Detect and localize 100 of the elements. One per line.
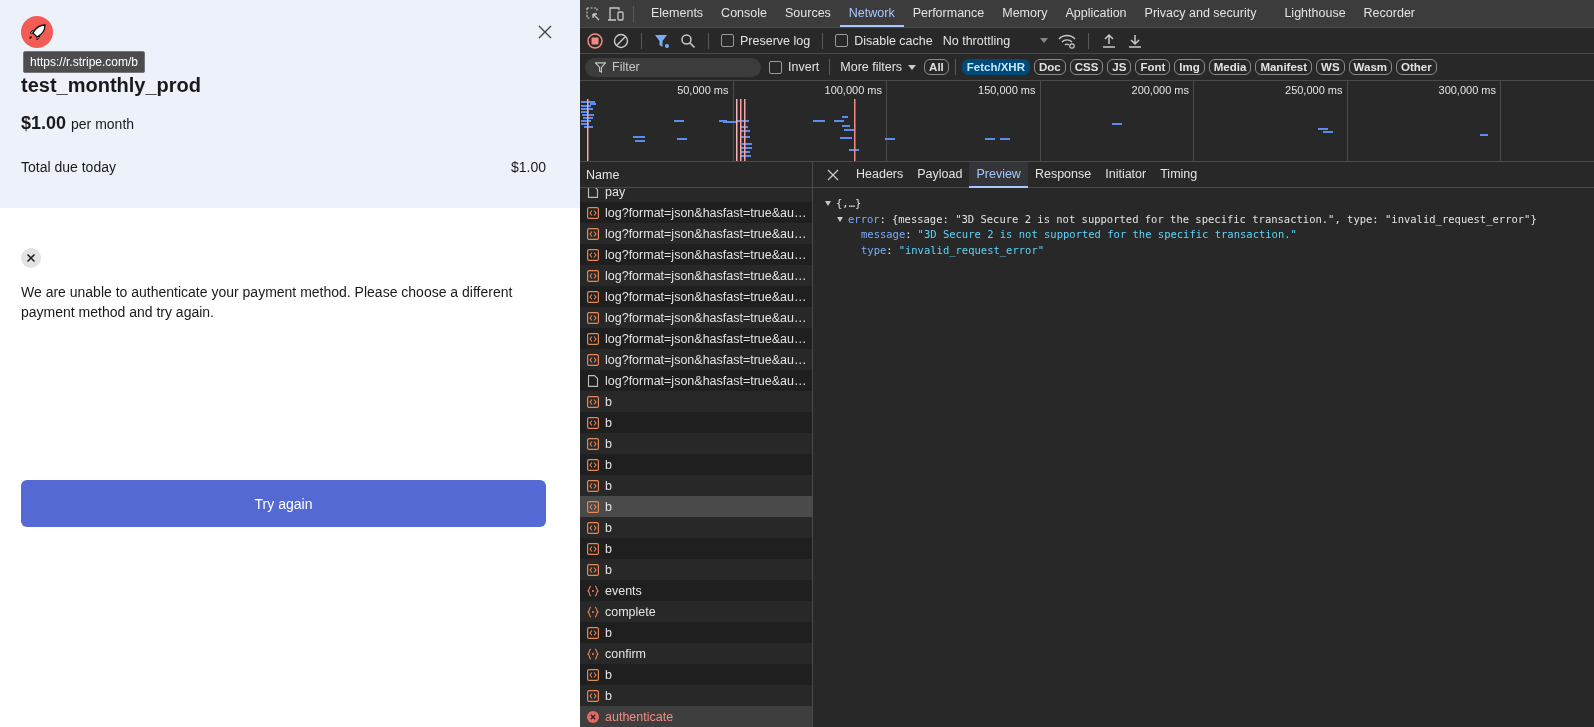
tick-label: 200,000 ms	[1131, 84, 1189, 96]
error-message: We are unable to authenticate your payment method. Please choose a different payment method and try again.	[21, 283, 514, 322]
search-icon[interactable]	[680, 32, 696, 49]
close-icon[interactable]	[538, 25, 552, 39]
more-filters-dropdown[interactable]: More filters	[840, 60, 917, 74]
try-again-button[interactable]: Try again	[21, 480, 546, 527]
request-row[interactable]: b	[580, 412, 812, 433]
xhr-icon	[587, 227, 599, 240]
type-filter-chip[interactable]: Doc	[1033, 59, 1066, 75]
xhr-icon	[587, 563, 599, 576]
type-filter-chip[interactable]: Wasm	[1348, 59, 1392, 75]
tick-label: 300,000 ms	[1438, 84, 1496, 96]
request-row[interactable]: authenticate	[580, 706, 812, 727]
upload-icon[interactable]	[1101, 32, 1118, 49]
rocket-logo-icon	[21, 16, 53, 48]
type-filter-chip[interactable]: Manifest	[1255, 59, 1313, 75]
braces-icon	[587, 647, 599, 660]
tab[interactable]: Privacy and security	[1135, 0, 1266, 27]
stop-recording-icon[interactable]	[587, 32, 603, 49]
error-close-icon	[21, 248, 41, 268]
string-value: "3D Secure 2 is not supported for the specific transaction."	[917, 227, 1297, 242]
expand-arrow-icon[interactable]	[825, 201, 831, 207]
xhr-icon	[587, 437, 599, 450]
document-icon	[587, 188, 599, 198]
preserve-log-checkbox[interactable]: Preserve log	[721, 33, 811, 48]
tab[interactable]: Initiator	[1098, 161, 1154, 188]
xhr-icon	[587, 311, 599, 324]
colon: :	[886, 242, 893, 258]
tab[interactable]: Network	[839, 0, 904, 27]
disable-cache-checkbox[interactable]: Disable cache	[835, 33, 933, 48]
request-row[interactable]: b	[580, 622, 812, 643]
property-key: error	[848, 211, 880, 227]
product-name: test_monthly_prod	[21, 74, 203, 97]
tab[interactable]: Recorder	[1354, 0, 1424, 27]
tab[interactable]: Sources	[776, 0, 840, 27]
object-summary: {message: "3D Secure 2 is not supported for the specific transaction.", type: "invalid_request_error"}	[891, 211, 1537, 227]
clear-icon[interactable]	[613, 32, 629, 49]
xhr-icon	[587, 542, 599, 555]
filter-icon[interactable]	[654, 32, 670, 49]
tab[interactable]: Preview	[969, 161, 1028, 188]
tab[interactable]: Application	[1056, 0, 1136, 27]
request-row[interactable]: log?format=json&hasfast=true&au…	[580, 244, 812, 265]
braces-icon	[587, 605, 599, 618]
type-filter-chip[interactable]: Font	[1135, 59, 1171, 75]
document-icon	[587, 374, 599, 387]
tab[interactable]: Timing	[1153, 161, 1205, 188]
tab[interactable]: Elements	[642, 0, 713, 27]
request-row[interactable]: events	[580, 580, 812, 601]
tick-label: 50,000 ms	[677, 84, 729, 96]
throttling-dropdown[interactable]: No throttling	[942, 33, 1049, 48]
tab[interactable]: Response	[1027, 161, 1099, 188]
error-icon	[587, 710, 599, 723]
expand-arrow-icon[interactable]	[837, 216, 843, 222]
tick-label: 150,000 ms	[978, 84, 1036, 96]
property-key: type	[861, 242, 887, 258]
tab[interactable]: Headers	[849, 161, 911, 188]
tick-label: 250,000 ms	[1285, 84, 1343, 96]
tab[interactable]: Lighthouse	[1275, 0, 1355, 27]
colon: :	[905, 227, 912, 242]
type-filter-chip[interactable]: Media	[1208, 59, 1252, 75]
request-row[interactable]: b	[580, 454, 812, 475]
xhr-icon	[587, 206, 599, 219]
colon: :	[879, 211, 886, 227]
request-row[interactable]: b	[580, 538, 812, 559]
request-row[interactable]: log?format=json&hasfast=true&au…	[580, 370, 812, 391]
property-key: message	[861, 227, 906, 243]
inspect-element-icon[interactable]	[585, 5, 601, 22]
xhr-icon	[587, 416, 599, 429]
type-filter-chip[interactable]: Img	[1174, 59, 1205, 75]
invert-checkbox[interactable]: Invert	[769, 60, 820, 74]
xhr-icon	[587, 479, 599, 492]
type-filter-chip[interactable]: Other	[1396, 59, 1437, 75]
tick-label: 100,000 ms	[824, 84, 882, 96]
type-filter-chip[interactable]: CSS	[1069, 59, 1104, 75]
xhr-icon	[587, 668, 599, 681]
total-amount: $1.00	[510, 159, 546, 175]
tab[interactable]: Console	[712, 0, 776, 27]
request-row[interactable]: b	[580, 664, 812, 685]
braces-icon	[587, 584, 599, 597]
tab[interactable]: Payload	[910, 161, 970, 188]
tab[interactable]: Performance	[903, 0, 994, 27]
network-conditions-icon[interactable]	[1058, 32, 1077, 49]
request-row[interactable]: log?format=json&hasfast=true&au…	[580, 286, 812, 307]
xhr-icon	[587, 521, 599, 534]
tab[interactable]: Memory	[993, 0, 1057, 27]
type-filter-chip[interactable]: WS	[1316, 59, 1345, 75]
xhr-icon	[587, 332, 599, 345]
download-icon[interactable]	[1127, 32, 1144, 49]
xhr-icon	[587, 500, 599, 513]
type-filter-chip[interactable]: All	[924, 59, 949, 75]
device-toolbar-icon[interactable]	[607, 5, 625, 22]
filter-field[interactable]: Filter	[585, 57, 761, 77]
request-row[interactable]: log?format=json&hasfast=true&au…	[580, 202, 812, 223]
request-row[interactable]: b	[580, 496, 812, 517]
request-row[interactable]: log?format=json&hasfast=true&au…	[580, 328, 812, 349]
type-filter-chip[interactable]: JS	[1107, 59, 1132, 75]
xhr-icon	[587, 458, 599, 471]
caret-icon	[908, 64, 917, 70]
type-filter-chip[interactable]: Fetch/XHR	[961, 59, 1030, 75]
caret-icon	[1040, 38, 1049, 43]
